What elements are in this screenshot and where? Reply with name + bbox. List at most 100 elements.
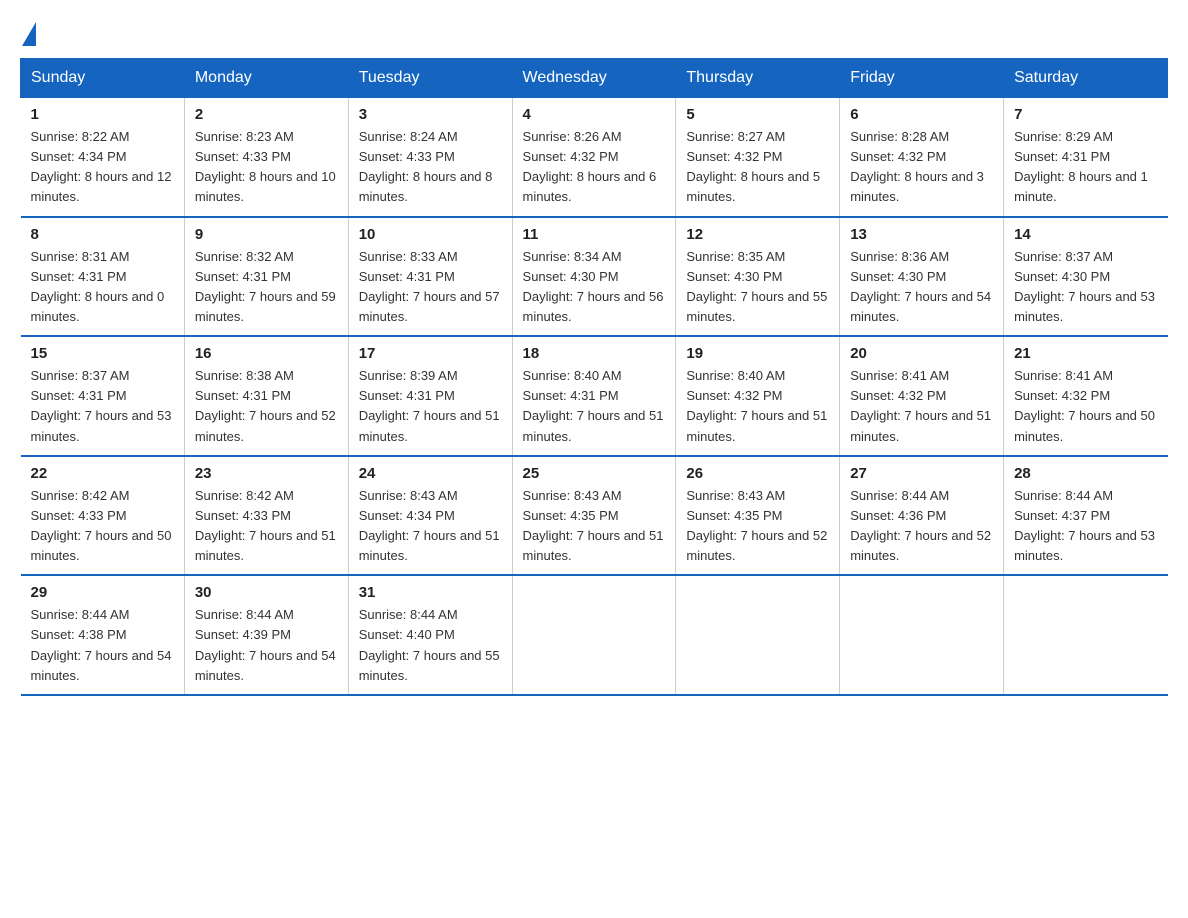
calendar-cell: 14 Sunrise: 8:37 AMSunset: 4:30 PMDaylig… <box>1004 217 1168 337</box>
day-info: Sunrise: 8:32 AMSunset: 4:31 PMDaylight:… <box>195 249 336 324</box>
calendar-cell: 13 Sunrise: 8:36 AMSunset: 4:30 PMDaylig… <box>840 217 1004 337</box>
day-number: 17 <box>359 345 502 362</box>
calendar-cell: 16 Sunrise: 8:38 AMSunset: 4:31 PMDaylig… <box>184 336 348 456</box>
calendar-cell: 6 Sunrise: 8:28 AMSunset: 4:32 PMDayligh… <box>840 98 1004 217</box>
day-number: 8 <box>31 226 174 243</box>
calendar-cell <box>512 575 676 695</box>
calendar-cell: 12 Sunrise: 8:35 AMSunset: 4:30 PMDaylig… <box>676 217 840 337</box>
logo-triangle-icon <box>22 22 36 46</box>
day-info: Sunrise: 8:34 AMSunset: 4:30 PMDaylight:… <box>523 249 664 324</box>
day-number: 20 <box>850 345 993 362</box>
day-header-friday: Friday <box>840 59 1004 98</box>
calendar-cell: 1 Sunrise: 8:22 AMSunset: 4:34 PMDayligh… <box>21 98 185 217</box>
calendar-cell <box>676 575 840 695</box>
day-info: Sunrise: 8:43 AMSunset: 4:35 PMDaylight:… <box>523 488 664 563</box>
calendar-cell: 15 Sunrise: 8:37 AMSunset: 4:31 PMDaylig… <box>21 336 185 456</box>
day-header-sunday: Sunday <box>21 59 185 98</box>
day-info: Sunrise: 8:37 AMSunset: 4:31 PMDaylight:… <box>31 368 172 443</box>
calendar-cell: 10 Sunrise: 8:33 AMSunset: 4:31 PMDaylig… <box>348 217 512 337</box>
calendar-cell: 25 Sunrise: 8:43 AMSunset: 4:35 PMDaylig… <box>512 456 676 576</box>
calendar-cell: 23 Sunrise: 8:42 AMSunset: 4:33 PMDaylig… <box>184 456 348 576</box>
page-header <box>20 20 1168 42</box>
day-number: 30 <box>195 584 338 601</box>
calendar-cell: 22 Sunrise: 8:42 AMSunset: 4:33 PMDaylig… <box>21 456 185 576</box>
calendar-week-4: 22 Sunrise: 8:42 AMSunset: 4:33 PMDaylig… <box>21 456 1168 576</box>
calendar-cell: 17 Sunrise: 8:39 AMSunset: 4:31 PMDaylig… <box>348 336 512 456</box>
day-number: 7 <box>1014 106 1157 123</box>
day-number: 25 <box>523 465 666 482</box>
day-info: Sunrise: 8:24 AMSunset: 4:33 PMDaylight:… <box>359 129 493 204</box>
day-number: 18 <box>523 345 666 362</box>
calendar-cell: 18 Sunrise: 8:40 AMSunset: 4:31 PMDaylig… <box>512 336 676 456</box>
day-number: 27 <box>850 465 993 482</box>
day-info: Sunrise: 8:44 AMSunset: 4:40 PMDaylight:… <box>359 607 500 682</box>
day-info: Sunrise: 8:43 AMSunset: 4:34 PMDaylight:… <box>359 488 500 563</box>
day-number: 12 <box>686 226 829 243</box>
day-number: 4 <box>523 106 666 123</box>
calendar-cell: 26 Sunrise: 8:43 AMSunset: 4:35 PMDaylig… <box>676 456 840 576</box>
day-info: Sunrise: 8:28 AMSunset: 4:32 PMDaylight:… <box>850 129 984 204</box>
calendar-cell: 20 Sunrise: 8:41 AMSunset: 4:32 PMDaylig… <box>840 336 1004 456</box>
calendar-week-3: 15 Sunrise: 8:37 AMSunset: 4:31 PMDaylig… <box>21 336 1168 456</box>
day-number: 2 <box>195 106 338 123</box>
day-info: Sunrise: 8:44 AMSunset: 4:39 PMDaylight:… <box>195 607 336 682</box>
day-number: 28 <box>1014 465 1157 482</box>
day-number: 31 <box>359 584 502 601</box>
day-number: 9 <box>195 226 338 243</box>
day-info: Sunrise: 8:44 AMSunset: 4:38 PMDaylight:… <box>31 607 172 682</box>
day-number: 21 <box>1014 345 1157 362</box>
day-info: Sunrise: 8:23 AMSunset: 4:33 PMDaylight:… <box>195 129 336 204</box>
day-number: 26 <box>686 465 829 482</box>
day-number: 24 <box>359 465 502 482</box>
calendar-cell: 7 Sunrise: 8:29 AMSunset: 4:31 PMDayligh… <box>1004 98 1168 217</box>
calendar-cell: 27 Sunrise: 8:44 AMSunset: 4:36 PMDaylig… <box>840 456 1004 576</box>
day-info: Sunrise: 8:42 AMSunset: 4:33 PMDaylight:… <box>195 488 336 563</box>
day-number: 3 <box>359 106 502 123</box>
day-header-thursday: Thursday <box>676 59 840 98</box>
calendar-header-row: SundayMondayTuesdayWednesdayThursdayFrid… <box>21 59 1168 98</box>
day-info: Sunrise: 8:29 AMSunset: 4:31 PMDaylight:… <box>1014 129 1148 204</box>
day-info: Sunrise: 8:37 AMSunset: 4:30 PMDaylight:… <box>1014 249 1155 324</box>
day-info: Sunrise: 8:27 AMSunset: 4:32 PMDaylight:… <box>686 129 820 204</box>
day-number: 11 <box>523 226 666 243</box>
calendar-cell: 19 Sunrise: 8:40 AMSunset: 4:32 PMDaylig… <box>676 336 840 456</box>
calendar-cell: 2 Sunrise: 8:23 AMSunset: 4:33 PMDayligh… <box>184 98 348 217</box>
calendar-cell: 29 Sunrise: 8:44 AMSunset: 4:38 PMDaylig… <box>21 575 185 695</box>
calendar-cell: 9 Sunrise: 8:32 AMSunset: 4:31 PMDayligh… <box>184 217 348 337</box>
calendar-cell: 4 Sunrise: 8:26 AMSunset: 4:32 PMDayligh… <box>512 98 676 217</box>
day-number: 15 <box>31 345 174 362</box>
day-number: 23 <box>195 465 338 482</box>
day-info: Sunrise: 8:43 AMSunset: 4:35 PMDaylight:… <box>686 488 827 563</box>
day-header-tuesday: Tuesday <box>348 59 512 98</box>
day-info: Sunrise: 8:44 AMSunset: 4:37 PMDaylight:… <box>1014 488 1155 563</box>
calendar-week-2: 8 Sunrise: 8:31 AMSunset: 4:31 PMDayligh… <box>21 217 1168 337</box>
day-number: 29 <box>31 584 174 601</box>
day-number: 16 <box>195 345 338 362</box>
calendar-cell <box>840 575 1004 695</box>
day-info: Sunrise: 8:26 AMSunset: 4:32 PMDaylight:… <box>523 129 657 204</box>
day-info: Sunrise: 8:31 AMSunset: 4:31 PMDaylight:… <box>31 249 165 324</box>
calendar-week-5: 29 Sunrise: 8:44 AMSunset: 4:38 PMDaylig… <box>21 575 1168 695</box>
calendar-cell: 5 Sunrise: 8:27 AMSunset: 4:32 PMDayligh… <box>676 98 840 217</box>
day-info: Sunrise: 8:41 AMSunset: 4:32 PMDaylight:… <box>1014 368 1155 443</box>
day-header-saturday: Saturday <box>1004 59 1168 98</box>
calendar-cell: 24 Sunrise: 8:43 AMSunset: 4:34 PMDaylig… <box>348 456 512 576</box>
day-info: Sunrise: 8:41 AMSunset: 4:32 PMDaylight:… <box>850 368 991 443</box>
day-info: Sunrise: 8:40 AMSunset: 4:32 PMDaylight:… <box>686 368 827 443</box>
day-info: Sunrise: 8:22 AMSunset: 4:34 PMDaylight:… <box>31 129 172 204</box>
calendar-cell <box>1004 575 1168 695</box>
day-info: Sunrise: 8:36 AMSunset: 4:30 PMDaylight:… <box>850 249 991 324</box>
day-header-wednesday: Wednesday <box>512 59 676 98</box>
calendar-cell: 31 Sunrise: 8:44 AMSunset: 4:40 PMDaylig… <box>348 575 512 695</box>
day-number: 19 <box>686 345 829 362</box>
day-number: 13 <box>850 226 993 243</box>
day-number: 5 <box>686 106 829 123</box>
calendar-cell: 8 Sunrise: 8:31 AMSunset: 4:31 PMDayligh… <box>21 217 185 337</box>
day-info: Sunrise: 8:40 AMSunset: 4:31 PMDaylight:… <box>523 368 664 443</box>
calendar-table: SundayMondayTuesdayWednesdayThursdayFrid… <box>20 58 1168 696</box>
calendar-cell: 28 Sunrise: 8:44 AMSunset: 4:37 PMDaylig… <box>1004 456 1168 576</box>
day-number: 1 <box>31 106 174 123</box>
day-info: Sunrise: 8:35 AMSunset: 4:30 PMDaylight:… <box>686 249 827 324</box>
day-number: 10 <box>359 226 502 243</box>
day-number: 14 <box>1014 226 1157 243</box>
